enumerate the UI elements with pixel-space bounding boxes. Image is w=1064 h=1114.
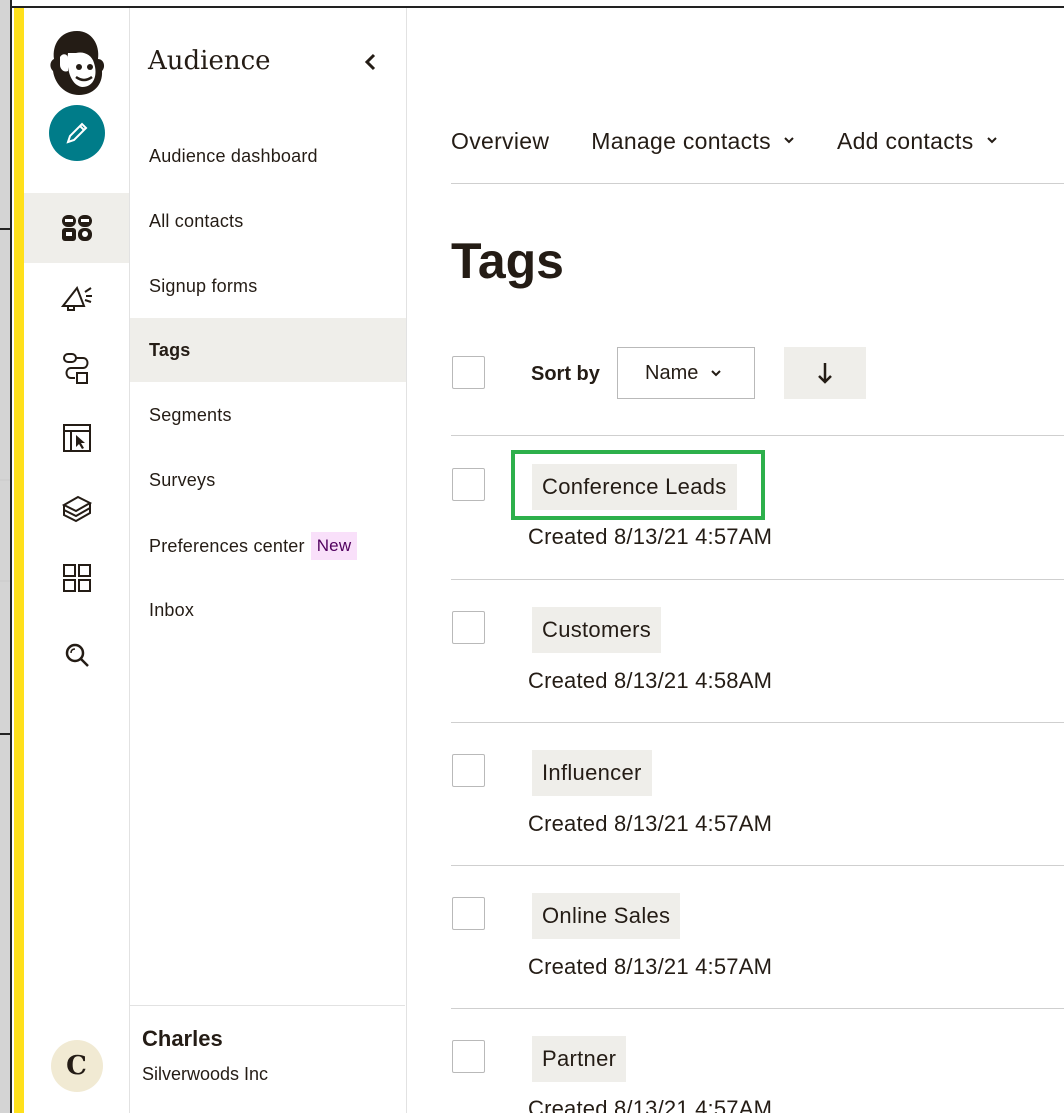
user-account-block[interactable]: Charles Silverwoods Inc	[130, 1005, 405, 1114]
create-button[interactable]	[24, 98, 129, 168]
subnav-item-signup-forms[interactable]: Signup forms	[130, 254, 406, 318]
sort-by-label: Sort by	[531, 363, 600, 385]
icon-rail: C	[24, 8, 130, 1113]
integrations-grid-icon	[62, 564, 91, 592]
tag-checkbox[interactable]	[452, 897, 485, 930]
chevron-down-icon	[711, 370, 722, 377]
mailchimp-logo-icon[interactable]	[24, 28, 129, 98]
page-title: Tags	[451, 233, 564, 289]
subnav-item-all-contacts[interactable]: All contacts	[130, 189, 406, 253]
website-icon	[62, 424, 91, 452]
tab-overview[interactable]: Overview	[451, 128, 549, 183]
campaigns-nav-button[interactable]	[24, 263, 129, 333]
tag-checkbox[interactable]	[452, 754, 485, 787]
tag-name-pill[interactable]: Partner	[532, 1036, 627, 1082]
collapse-nav-button[interactable]	[358, 50, 382, 74]
subnav-title: Audience	[148, 46, 271, 76]
tag-created-date: Created 8/13/21 4:58AM	[528, 668, 773, 693]
chevron-down-icon	[784, 137, 794, 144]
brand-accent-bar	[14, 8, 24, 1113]
divider	[451, 865, 1064, 866]
tag-name-pill[interactable]: Customers	[532, 607, 662, 653]
website-nav-button[interactable]	[24, 403, 129, 473]
tab-add-contacts[interactable]: Add contacts	[837, 128, 998, 183]
divider	[451, 1008, 1064, 1009]
integrations-nav-button[interactable]	[24, 543, 129, 613]
subnav-item-surveys[interactable]: Surveys	[130, 448, 406, 512]
new-badge: New	[310, 532, 358, 560]
user-name: Charles	[142, 1026, 223, 1051]
content-studio-icon	[61, 495, 92, 523]
divider	[451, 435, 1064, 436]
chevron-left-icon	[364, 53, 376, 71]
account-avatar-button[interactable]: C	[24, 1031, 129, 1101]
window-top-border	[12, 0, 1064, 8]
sort-direction-button[interactable]	[784, 347, 866, 399]
tag-name-pill[interactable]: Online Sales	[532, 893, 681, 939]
audience-icon	[61, 215, 92, 241]
search-icon	[65, 643, 89, 667]
avatar: C	[50, 1040, 103, 1092]
tag-created-date: Created 8/13/21 4:57AM	[528, 954, 773, 979]
automations-icon	[62, 353, 88, 384]
tab-manage-contacts[interactable]: Manage contacts	[591, 128, 795, 183]
tag-name-pill[interactable]: Influencer	[532, 750, 652, 796]
tag-checkbox[interactable]	[452, 1040, 485, 1073]
user-organization: Silverwoods Inc	[142, 1064, 269, 1084]
search-nav-button[interactable]	[24, 620, 129, 690]
divider	[451, 579, 1064, 580]
subnav-item-inbox[interactable]: Inbox	[130, 578, 406, 642]
arrow-down-icon	[818, 363, 832, 384]
content-nav-button[interactable]	[24, 473, 129, 543]
audience-nav-button[interactable]	[24, 193, 129, 263]
subnav-item-segments[interactable]: Segments	[130, 383, 406, 447]
highlight-annotation	[511, 450, 765, 520]
sort-select[interactable]: Name	[617, 347, 755, 399]
automations-nav-button[interactable]	[24, 333, 129, 403]
tag-checkbox[interactable]	[452, 611, 485, 644]
pencil-create-icon	[48, 105, 105, 161]
chevron-down-icon	[986, 137, 997, 144]
window-border	[10, 0, 12, 1113]
campaigns-megaphone-icon	[60, 285, 92, 311]
audience-tabs: Overview Manage contacts Add contacts	[451, 128, 1064, 184]
tag-created-date: Created 8/13/21 4:57AM	[528, 1096, 773, 1113]
select-all-checkbox[interactable]	[452, 356, 485, 389]
tag-created-date: Created 8/13/21 4:57AM	[528, 811, 773, 836]
tag-created-date: Created 8/13/21 4:57AM	[528, 524, 773, 549]
subnav-item-audience-dashboard[interactable]: Audience dashboard	[130, 124, 406, 188]
subnav-item-tags[interactable]: Tags	[130, 318, 406, 382]
tag-checkbox[interactable]	[452, 468, 485, 501]
main-content: Overview Manage contacts Add contacts Ta…	[407, 8, 1064, 1113]
divider	[451, 722, 1064, 723]
subnav-item-label: Preferences center	[149, 535, 305, 556]
audience-subnav: Audience Audience dashboard All contacts…	[130, 8, 407, 1113]
subnav-item-preferences-center[interactable]: Preferences center New	[130, 514, 406, 578]
